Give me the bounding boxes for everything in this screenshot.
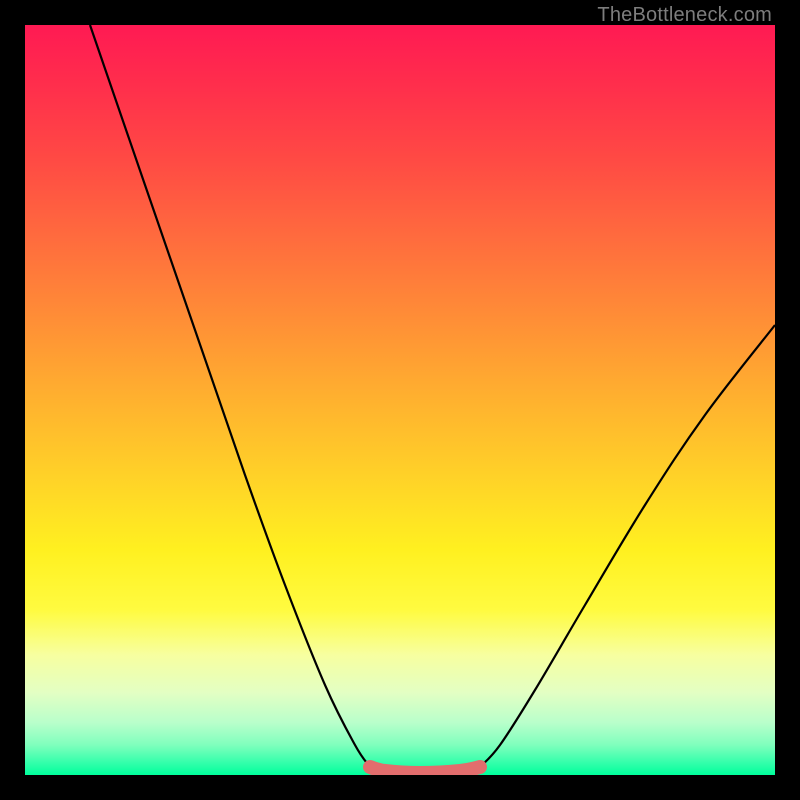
chart-container: TheBottleneck.com <box>0 0 800 800</box>
watermark-text: TheBottleneck.com <box>597 4 772 27</box>
plot-area <box>25 25 775 775</box>
